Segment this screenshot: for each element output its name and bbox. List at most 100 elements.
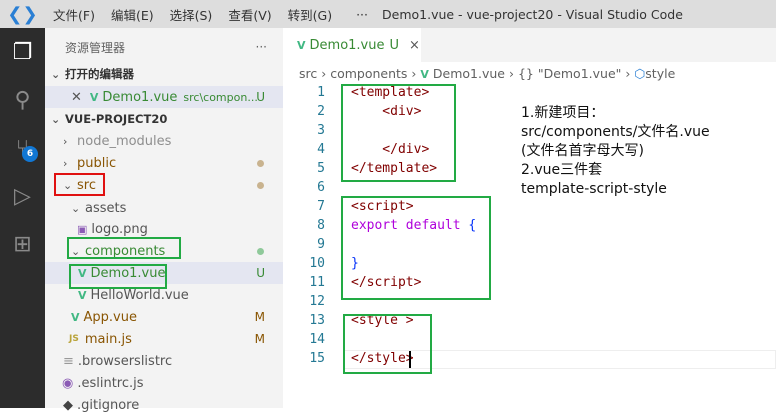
line-number: 7 [317, 199, 325, 214]
search-icon[interactable]: ⚲ [0, 80, 45, 120]
tab-bar: V Demo1.vue U × [283, 28, 776, 62]
breadcrumb-components[interactable]: components [330, 66, 407, 81]
image-file-icon: ▣ [77, 222, 88, 236]
line-number: 3 [317, 123, 325, 138]
text-file-icon: ≡ [63, 353, 74, 369]
line-number: 4 [317, 142, 325, 157]
title-bar: ❮❯ 文件(F) 编辑(E) 选择(S) 查看(V) 转到(G) ··· Dem… [0, 0, 776, 28]
line-number: 9 [317, 237, 325, 252]
line-number: 15 [309, 351, 325, 366]
highlight-src [54, 173, 105, 196]
open-editors-label: 打开的编辑器 [65, 67, 134, 81]
run-debug-icon[interactable]: ▷ [0, 176, 45, 216]
git-status: U [256, 266, 265, 280]
activity-bar: ❐ ⚲ ⑂ 6 ▷ ⊞ [0, 28, 45, 408]
tab-demo1[interactable]: V Demo1.vue U × [283, 28, 421, 62]
highlight-style [343, 314, 432, 374]
extensions-icon[interactable]: ⊞ [0, 224, 45, 264]
highlight-demo1 [69, 264, 167, 289]
explorer-title-text: 资源管理器 [65, 40, 126, 55]
open-editor-item[interactable]: ✕ V Demo1.vue src\compon... U [45, 86, 283, 108]
vue-file-icon: V [297, 38, 306, 52]
git-status: M [254, 332, 265, 346]
line-number: 6 [317, 180, 325, 195]
open-file-path: src\compon... [183, 90, 258, 104]
line-number: 12 [309, 294, 325, 309]
tree-label: .browserslistrc [77, 353, 173, 369]
breadcrumb-object[interactable]: {} "Demo1.vue" [518, 66, 621, 81]
tree-item-gitignore[interactable]: ◆ .gitignore [45, 394, 283, 416]
note-line: src/components/文件名.vue [521, 124, 710, 140]
vue-file-icon: V [71, 310, 80, 324]
project-name: VUE-PROJECT20 [65, 112, 168, 126]
open-file-name: Demo1.vue [102, 89, 178, 105]
tree-label: .gitignore [77, 397, 140, 413]
more-actions-button[interactable]: ··· [256, 40, 267, 54]
cube-icon: ⬡ [634, 66, 646, 81]
project-header[interactable]: ⌄ VUE-PROJECT20 [45, 108, 283, 130]
note-line: (文件名首字母大写) [521, 143, 644, 159]
line-number: 13 [309, 313, 325, 328]
close-tab-button[interactable]: × [409, 38, 420, 53]
line-number: 2 [317, 104, 325, 119]
tree-item-node-modules[interactable]: › node_modules [45, 130, 283, 152]
line-number: 14 [309, 332, 325, 347]
explorer-sidebar: 资源管理器 ··· ⌄ 打开的编辑器 ✕ V Demo1.vue src\compon..… [45, 28, 283, 413]
breadcrumb-style[interactable]: style [645, 66, 675, 81]
open-editors-header[interactable]: ⌄ 打开的编辑器 [45, 63, 283, 85]
git-icon: ◆ [63, 397, 73, 413]
highlight-components [67, 237, 181, 259]
tab-label: Demo1.vue [309, 37, 385, 53]
vue-file-icon: V [89, 90, 99, 104]
chevron-right-icon: › [63, 156, 68, 170]
explorer-title: 资源管理器 ··· [45, 36, 283, 58]
line-number: 11 [309, 275, 325, 290]
modified-dot [257, 181, 264, 189]
tree-item-public[interactable]: › public [45, 152, 283, 174]
modified-dot [257, 159, 264, 167]
vue-file-icon: V [420, 68, 429, 81]
tree-label: assets [85, 200, 127, 216]
editor-area: V Demo1.vue U × src › components › V Demo1.v… [283, 28, 776, 408]
untracked-dot [257, 247, 264, 255]
breadcrumb-src[interactable]: src [299, 66, 317, 81]
window-title: Demo1.vue - vue-project20 - Visual Studi… [382, 7, 683, 22]
tree-label: HelloWorld.vue [90, 287, 189, 303]
vue-file-icon: V [78, 288, 87, 302]
files-icon[interactable]: ❐ [0, 32, 45, 72]
close-icon[interactable]: ✕ [71, 90, 82, 105]
menu-more[interactable]: ··· [348, 7, 376, 22]
source-control-icon[interactable]: ⑂ [0, 128, 45, 168]
git-status: M [254, 310, 265, 324]
note-line: template-script-style [521, 181, 667, 197]
tree-item-app[interactable]: V App.vue M [45, 306, 283, 328]
highlight-script [341, 196, 491, 300]
tree-item-assets[interactable]: ⌄ assets [45, 197, 283, 219]
tree-item-main[interactable]: JS main.js M [45, 328, 283, 350]
menu-go[interactable]: 转到(G) [280, 5, 340, 24]
tree-label: node_modules [77, 133, 172, 149]
annotation-note: 1.新建项目： src/components/文件名.vue (文件名首字母大写… [521, 104, 710, 199]
menu-selection[interactable]: 选择(S) [162, 5, 221, 24]
chevron-down-icon: ⌄ [51, 67, 61, 81]
note-line: 2.vue三件套 [521, 162, 603, 178]
js-file-icon: JS [69, 334, 79, 344]
line-number: 8 [317, 218, 325, 233]
chevron-down-icon: ⌄ [71, 201, 81, 215]
vscode-logo-icon: ❮❯ [7, 3, 38, 25]
note-line: 1.新建项目： [521, 105, 605, 121]
chevron-down-icon: ⌄ [51, 112, 61, 126]
tree-label: App.vue [83, 309, 137, 325]
line-number: 10 [309, 256, 325, 271]
breadcrumb-file[interactable]: Demo1.vue [433, 66, 505, 81]
tree-label: logo.png [91, 221, 148, 237]
breadcrumb: src › components › V Demo1.vue › {} "Demo… [299, 66, 676, 81]
menu-edit[interactable]: 编辑(E) [103, 5, 162, 24]
line-number: 5 [317, 161, 325, 176]
menu-file[interactable]: 文件(F) [45, 5, 103, 24]
tree-label: public [77, 155, 117, 171]
tree-item-eslintrc[interactable]: ◉ .eslintrc.js [45, 372, 283, 394]
tree-item-browserslistrc[interactable]: ≡ .browserslistrc [45, 350, 283, 372]
menu-view[interactable]: 查看(V) [220, 5, 279, 24]
source-control-badge: 6 [22, 146, 38, 162]
